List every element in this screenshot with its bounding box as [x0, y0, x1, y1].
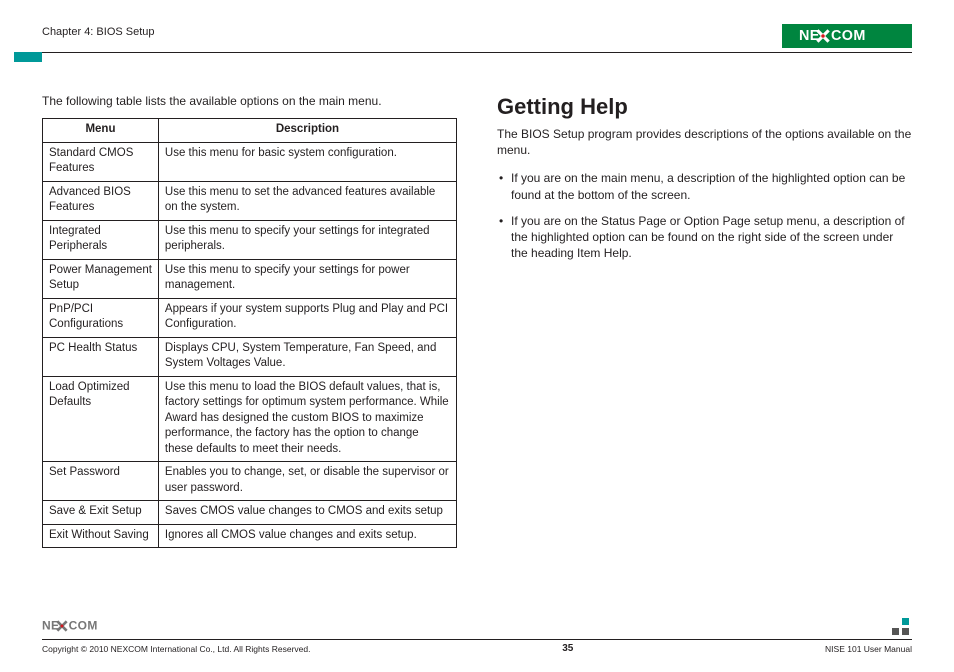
table-row: Load Optimized DefaultsUse this menu to …	[43, 376, 457, 462]
table-row: Standard CMOS FeaturesUse this menu for …	[43, 142, 457, 181]
footer-doc-title: NISE 101 User Manual	[825, 644, 912, 654]
table-row: Integrated PeripheralsUse this menu to s…	[43, 220, 457, 259]
cell-menu: PnP/PCI Configurations	[43, 298, 159, 337]
svg-text:COM: COM	[831, 28, 866, 44]
list-item: If you are on the main menu, a descripti…	[497, 170, 912, 202]
cell-desc: Use this menu to load the BIOS default v…	[158, 376, 456, 462]
list-item: If you are on the Status Page or Option …	[497, 213, 912, 262]
brand-logo: NE COM	[782, 24, 912, 48]
cell-desc: Enables you to change, set, or disable t…	[158, 462, 456, 501]
cell-desc: Displays CPU, System Temperature, Fan Sp…	[158, 337, 456, 376]
cell-desc: Use this menu to specify your settings f…	[158, 259, 456, 298]
table-row: Power Management SetupUse this menu to s…	[43, 259, 457, 298]
header-rule	[42, 52, 912, 53]
cell-desc: Saves CMOS value changes to CMOS and exi…	[158, 501, 456, 525]
cell-desc: Use this menu to specify your settings f…	[158, 220, 456, 259]
cell-menu: Load Optimized Defaults	[43, 376, 159, 462]
table-row: Exit Without SavingIgnores all CMOS valu…	[43, 524, 457, 548]
cell-menu: Integrated Peripherals	[43, 220, 159, 259]
cell-menu: Set Password	[43, 462, 159, 501]
footer-page-number: 35	[562, 643, 573, 654]
cell-menu: Standard CMOS Features	[43, 142, 159, 181]
nexcom-logo-icon: NE COM	[792, 28, 902, 44]
accent-tab	[14, 52, 42, 62]
svg-text:NE: NE	[799, 28, 820, 44]
cell-menu: PC Health Status	[43, 337, 159, 376]
th-menu: Menu	[43, 119, 159, 143]
nexcom-footer-logo-icon: NE COM	[42, 619, 122, 633]
cell-menu: Power Management Setup	[43, 259, 159, 298]
cell-desc: Use this menu to set the advanced featur…	[158, 181, 456, 220]
table-row: Advanced BIOS FeaturesUse this menu to s…	[43, 181, 457, 220]
cell-menu: Save & Exit Setup	[43, 501, 159, 525]
svg-text:NE: NE	[42, 619, 59, 632]
page-footer: NE COM Copyright © 2010 NEXCOM Internati…	[42, 618, 912, 654]
page-header: Chapter 4: BIOS Setup NE COM	[42, 24, 912, 48]
table-row: Save & Exit SetupSaves CMOS value change…	[43, 501, 457, 525]
left-column: The following table lists the available …	[42, 94, 457, 548]
section-heading: Getting Help	[497, 94, 912, 120]
right-column: Getting Help The BIOS Setup program prov…	[497, 94, 912, 548]
footer-ornament-icon	[892, 618, 912, 636]
table-row: PnP/PCI ConfigurationsAppears if your sy…	[43, 298, 457, 337]
cell-menu: Exit Without Saving	[43, 524, 159, 548]
footer-brand: NE COM	[42, 619, 122, 636]
cell-desc: Appears if your system supports Plug and…	[158, 298, 456, 337]
cell-desc: Use this menu for basic system configura…	[158, 142, 456, 181]
chapter-title: Chapter 4: BIOS Setup	[42, 24, 155, 38]
footer-copyright: Copyright © 2010 NEXCOM International Co…	[42, 644, 310, 654]
table-row: PC Health StatusDisplays CPU, System Tem…	[43, 337, 457, 376]
table-row: Set PasswordEnables you to change, set, …	[43, 462, 457, 501]
footer-rule	[42, 639, 912, 640]
bullet-list: If you are on the main menu, a descripti…	[497, 170, 912, 261]
cell-menu: Advanced BIOS Features	[43, 181, 159, 220]
svg-text:COM: COM	[69, 619, 98, 632]
right-intro: The BIOS Setup program provides descript…	[497, 126, 912, 158]
menu-table: Menu Description Standard CMOS FeaturesU…	[42, 118, 457, 548]
cell-desc: Ignores all CMOS value changes and exits…	[158, 524, 456, 548]
page-content: The following table lists the available …	[42, 94, 912, 548]
th-description: Description	[158, 119, 456, 143]
left-intro: The following table lists the available …	[42, 94, 457, 108]
